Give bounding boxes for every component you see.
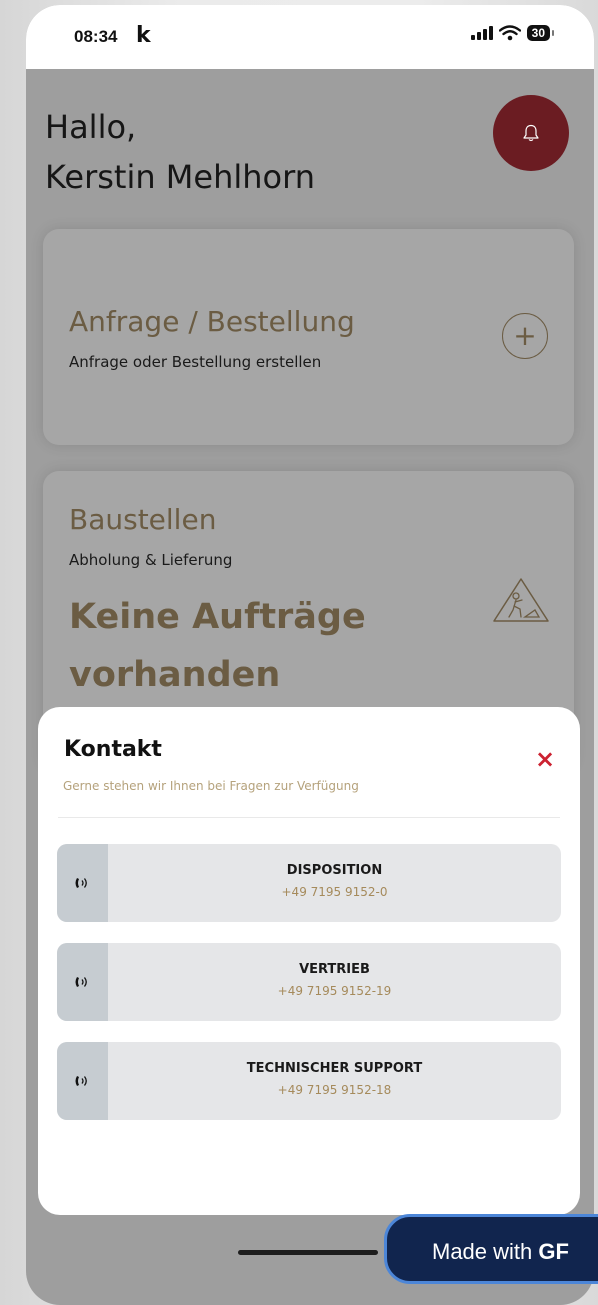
signal-icon: [470, 26, 493, 40]
order-card-subtitle: Anfrage oder Bestellung erstellen: [69, 353, 322, 371]
contact-name: TECHNISCHER SUPPORT: [246, 1061, 423, 1076]
badge-text: Made with GF: [432, 1239, 569, 1265]
bell-icon: [523, 124, 539, 142]
made-with-badge[interactable]: Made with GF: [384, 1214, 598, 1284]
close-icon[interactable]: ×: [535, 747, 555, 771]
sheet-subtitle: Gerne stehen wir Ihnen bei Fragen zur Ve…: [63, 779, 359, 793]
status-time: 08:34: [74, 27, 118, 46]
badge-prefix: Made with: [432, 1239, 533, 1264]
phone-call-icon: [57, 1042, 108, 1120]
wifi-icon: [498, 25, 521, 41]
contact-phone: +49 7195 9152-18: [277, 1083, 392, 1097]
construction-sign-icon: [493, 578, 549, 622]
phone-call-icon: [57, 943, 108, 1021]
contact-disposition[interactable]: DISPOSITION +49 7195 9152-0: [57, 844, 561, 922]
contact-phone: +49 7195 9152-0: [281, 885, 388, 899]
greeting-name: Kerstin Mehlhorn: [45, 158, 315, 196]
home-indicator: [238, 1250, 378, 1255]
no-orders-line2: vorhanden: [69, 655, 281, 695]
contact-technical-support[interactable]: TECHNISCHER SUPPORT +49 7195 9152-18: [57, 1042, 561, 1120]
sites-card-title: Baustellen: [69, 503, 217, 536]
contact-phone: +49 7195 9152-19: [277, 984, 392, 998]
status-bar: 08:34 k 30: [26, 5, 594, 69]
order-card[interactable]: Anfrage / Bestellung Anfrage oder Bestel…: [43, 229, 574, 445]
contact-vertrieb[interactable]: VERTRIEB +49 7195 9152-19: [57, 943, 561, 1021]
no-orders-message: Keine Aufträge vorhanden: [69, 588, 366, 704]
battery-level: 30: [526, 25, 550, 41]
status-icons: 30: [470, 25, 554, 41]
sheet-title: Kontakt: [64, 737, 162, 762]
greeting-hello: Hallo,: [45, 108, 137, 146]
sites-card-subtitle: Abholung & Lieferung: [69, 551, 233, 569]
battery-tip: [552, 30, 554, 36]
notifications-button[interactable]: [493, 95, 569, 171]
phone-call-icon: [57, 844, 108, 922]
carrier-mark: k: [136, 23, 151, 48]
badge-brand: GF: [538, 1239, 569, 1264]
order-card-title: Anfrage / Bestellung: [69, 305, 355, 338]
sheet-divider: [58, 817, 560, 818]
plus-circle-icon[interactable]: +: [502, 313, 548, 359]
contact-name: VERTRIEB: [299, 962, 370, 977]
contact-name: DISPOSITION: [286, 863, 383, 878]
contact-sheet: Kontakt Gerne stehen wir Ihnen bei Frage…: [38, 707, 580, 1215]
no-orders-line1: Keine Aufträge: [69, 597, 366, 637]
greeting: Hallo, Kerstin Mehlhorn: [45, 102, 315, 202]
